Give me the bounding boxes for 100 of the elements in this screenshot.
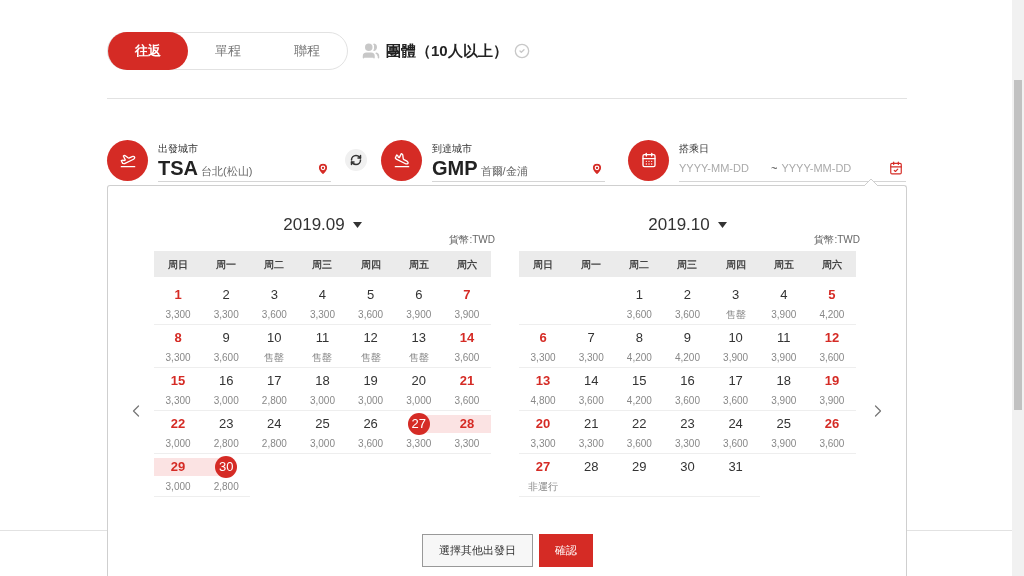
day-price: 3,900 [819, 395, 845, 407]
day-number[interactable]: 18 [311, 370, 334, 392]
weekday-label: 周三 [676, 257, 699, 272]
airport-code: TSA [158, 156, 198, 180]
day-number[interactable]: 7 [455, 284, 478, 306]
day-number[interactable]: 17 [724, 370, 747, 392]
day-number[interactable]: 14 [580, 370, 603, 392]
day-number[interactable]: 15 [167, 370, 190, 392]
day-number[interactable]: 2 [676, 284, 699, 306]
day-number[interactable]: 10 [724, 327, 747, 349]
month-title[interactable]: 2019.10 [648, 211, 727, 238]
day-price: 3,000 [309, 438, 335, 450]
day-price: 3,600 [674, 395, 700, 407]
calendar-check-icon[interactable] [889, 161, 903, 175]
day-number[interactable]: 26 [820, 413, 843, 435]
field-label: 搭乘日 [679, 142, 710, 156]
date-separator: ~ [771, 160, 778, 176]
group-option-label[interactable]: 團體（10人以上） [386, 39, 508, 63]
day-number[interactable]: 1 [167, 284, 190, 306]
day-price: 3,300 [309, 309, 335, 321]
day-number[interactable]: 16 [676, 370, 699, 392]
location-pin-icon[interactable] [316, 162, 330, 176]
day-number[interactable]: 9 [676, 327, 699, 349]
day-number[interactable]: 19 [820, 370, 843, 392]
city-field[interactable]: 出發城市 TSA 台北(松山) [158, 138, 331, 182]
day-number[interactable]: 22 [167, 413, 190, 435]
day-number[interactable]: 17 [263, 370, 286, 392]
day-price: 3,900 [771, 395, 797, 407]
day-number[interactable]: 16 [215, 370, 238, 392]
day-number[interactable]: 13 [407, 327, 430, 349]
day-number[interactable]: 4 [311, 284, 334, 306]
weekday-label: 周三 [311, 257, 334, 272]
day-number[interactable]: 8 [628, 327, 651, 349]
day-number[interactable]: 12 [359, 327, 382, 349]
day-number[interactable]: 25 [311, 413, 334, 435]
confirm-button[interactable]: 確認 [538, 534, 593, 567]
day-number[interactable]: 11 [311, 327, 334, 349]
day-number[interactable]: 12 [820, 327, 843, 349]
day-number[interactable]: 22 [628, 413, 651, 435]
group-checkbox[interactable] [513, 43, 530, 59]
day-number[interactable]: 30 [676, 456, 699, 478]
swap-button[interactable] [345, 149, 367, 171]
day-number[interactable]: 4 [772, 284, 795, 306]
day-number[interactable]: 9 [215, 327, 238, 349]
day-number[interactable]: 1 [628, 284, 651, 306]
day-number[interactable]: 25 [772, 413, 795, 435]
caret-icon [352, 221, 362, 228]
day-number[interactable]: 23 [676, 413, 699, 435]
day-number[interactable]: 18 [772, 370, 795, 392]
day-price: 3,600 [819, 352, 845, 364]
trip-tab[interactable]: 往返 [108, 32, 188, 70]
day-number[interactable]: 8 [167, 327, 190, 349]
day-number[interactable]: 6 [407, 284, 430, 306]
day-number[interactable]: 5 [359, 284, 382, 306]
day-number[interactable]: 14 [455, 327, 478, 349]
day-number[interactable]: 3 [263, 284, 286, 306]
weekday-label: 周五 [407, 257, 430, 272]
day-number[interactable]: 24 [724, 413, 747, 435]
field-label: 到達城市 [432, 142, 473, 156]
location-pin-icon[interactable] [590, 162, 604, 176]
day-number[interactable]: 24 [263, 413, 286, 435]
day-number[interactable]: 31 [724, 456, 747, 478]
day-price: 3,600 [358, 309, 384, 321]
day-number[interactable]: 29 [167, 456, 190, 478]
day-number[interactable]: 30 [215, 456, 238, 478]
day-number[interactable]: 20 [532, 413, 555, 435]
day-price: 3,600 [261, 309, 287, 321]
day-number[interactable]: 23 [215, 413, 238, 435]
day-number[interactable]: 20 [407, 370, 430, 392]
day-price: 3,300 [165, 309, 191, 321]
day-number[interactable]: 28 [455, 413, 478, 435]
day-price: 3,600 [723, 438, 749, 450]
day-number[interactable]: 7 [580, 327, 603, 349]
day-number[interactable]: 10 [263, 327, 286, 349]
day-number[interactable]: 5 [820, 284, 843, 306]
day-number[interactable]: 26 [359, 413, 382, 435]
day-number[interactable]: 27 [407, 413, 430, 435]
start-date-field[interactable]: YYYY-MM-DD [679, 159, 765, 177]
day-number[interactable]: 3 [724, 284, 747, 306]
day-number[interactable]: 6 [532, 327, 555, 349]
day-number[interactable]: 2 [215, 284, 238, 306]
end-date-field[interactable]: YYYY-MM-DD [781, 159, 868, 177]
other-date-button[interactable]: 選擇其他出發日 [421, 534, 533, 567]
day-price: 3,600 [358, 438, 384, 450]
day-number[interactable]: 11 [772, 327, 795, 349]
weekday-label: 周六 [820, 257, 843, 272]
day-number[interactable]: 28 [580, 456, 603, 478]
day-number[interactable]: 21 [455, 370, 478, 392]
day-number[interactable]: 15 [628, 370, 651, 392]
day-number[interactable]: 21 [580, 413, 603, 435]
day-number[interactable]: 19 [359, 370, 382, 392]
day-number[interactable]: 29 [628, 456, 651, 478]
trip-tab[interactable]: 單程 [187, 32, 268, 70]
city-field[interactable]: 到達城市 GMP 首爾/金浦 [432, 138, 605, 182]
day-number[interactable]: 27 [532, 456, 555, 478]
scrollbar[interactable] [1012, 0, 1024, 576]
month-title[interactable]: 2019.09 [283, 211, 362, 238]
trip-tab[interactable]: 聯程 [267, 32, 347, 70]
day-price: 3,300 [578, 438, 604, 450]
day-number[interactable]: 13 [532, 370, 555, 392]
